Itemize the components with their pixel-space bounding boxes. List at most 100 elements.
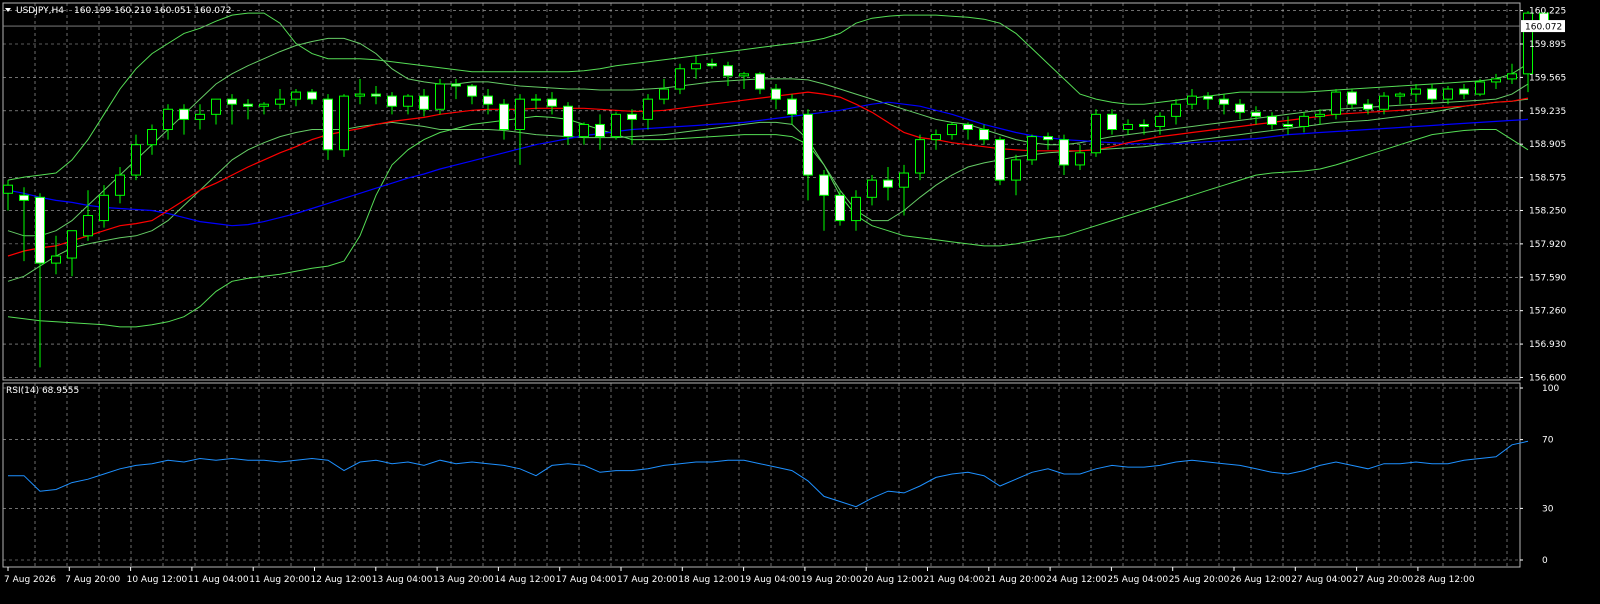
time-tick-label: 17 Aug 04:00	[556, 575, 617, 585]
rsi-label: RSI(14) 68.9555	[6, 386, 79, 396]
candle	[323, 94, 333, 160]
candle-body	[387, 95, 397, 107]
candle-body	[1059, 139, 1069, 166]
candle-body	[451, 83, 461, 87]
candle-body	[403, 95, 413, 107]
candle-body	[67, 230, 77, 259]
candle-body	[515, 98, 525, 131]
time-tick-label: 18 Aug 12:00	[678, 575, 739, 585]
price-tick-label: 159.235	[1529, 107, 1566, 117]
candle-body	[1347, 91, 1357, 105]
candle-body	[1507, 73, 1517, 80]
candle-body	[883, 179, 893, 188]
time-tick-label: 13 Aug 04:00	[372, 575, 433, 585]
price-tick-label: 156.930	[1529, 340, 1566, 350]
time-tick-label: 14 Aug 12:00	[494, 575, 555, 585]
candle-body	[3, 184, 13, 194]
candle-body	[1315, 113, 1325, 117]
candle-body	[851, 196, 861, 222]
candle-body	[435, 83, 445, 110]
candle-body	[1475, 81, 1485, 95]
candle-body	[99, 194, 109, 222]
candle-body	[595, 123, 605, 138]
candle-body	[1379, 95, 1389, 110]
candle-body	[579, 123, 589, 138]
candle-body	[131, 144, 141, 176]
candle-body	[899, 172, 909, 188]
candle-body	[963, 123, 973, 131]
candle-body	[1411, 88, 1421, 95]
candle-body	[195, 113, 205, 120]
time-tick-label: 12 Aug 12:00	[311, 575, 372, 585]
candle-body	[307, 91, 317, 100]
candle-body	[755, 73, 765, 90]
candle-body	[163, 108, 173, 131]
candle-body	[1219, 98, 1229, 105]
candle	[915, 134, 925, 181]
candle-body	[1443, 88, 1453, 100]
candle-body	[1043, 136, 1053, 141]
candle-body	[499, 103, 509, 131]
candle-body	[1491, 78, 1501, 83]
candle	[339, 94, 349, 157]
candle-body	[291, 91, 301, 100]
candle-body	[627, 113, 637, 120]
candle-body	[323, 98, 333, 151]
candle-body	[1171, 103, 1181, 117]
current-price-label: 160.072	[1525, 23, 1562, 33]
candle-body	[51, 255, 61, 264]
candle-body	[1251, 111, 1261, 117]
candle	[435, 78, 445, 115]
rsi-tick-label: 70	[1542, 436, 1554, 446]
candle-body	[723, 65, 733, 77]
time-tick-label: 26 Aug 12:00	[1230, 575, 1291, 585]
candle-body	[643, 98, 653, 120]
candle-body	[83, 215, 93, 237]
candle-body	[355, 93, 365, 97]
candle-body	[979, 129, 989, 141]
time-tick-label: 25 Aug 04:00	[1107, 575, 1168, 585]
candle-body	[915, 139, 925, 174]
candle-body	[179, 108, 189, 120]
candle-body	[835, 194, 845, 222]
candle-body	[1459, 88, 1469, 95]
rsi-tick-label: 0	[1542, 556, 1548, 566]
candle-body	[1091, 113, 1101, 154]
candle-body	[483, 95, 493, 105]
candle-body	[1027, 136, 1037, 161]
time-tick-label: 7 Aug 2026	[4, 575, 56, 585]
candle-body	[691, 63, 701, 70]
time-tick-label: 27 Aug 20:00	[1353, 575, 1414, 585]
candle-body	[1363, 103, 1373, 110]
candle-body	[1011, 159, 1021, 181]
candle-body	[947, 123, 957, 136]
price-tick-label: 157.920	[1529, 240, 1566, 250]
candle-body	[819, 174, 829, 196]
time-tick-label: 11 Aug 04:00	[188, 575, 249, 585]
time-tick-label: 11 Aug 20:00	[249, 575, 310, 585]
price-tick-label: 157.260	[1529, 307, 1566, 317]
candle-body	[1235, 103, 1245, 113]
price-tick-label: 158.575	[1529, 174, 1566, 184]
candle-body	[1187, 95, 1197, 105]
time-tick-label: 17 Aug 20:00	[617, 575, 678, 585]
candle-body	[531, 98, 541, 101]
candle	[995, 136, 1005, 186]
candle-body	[371, 93, 381, 97]
ohlc-text: 160.199 160.210 160.051 160.072	[74, 6, 231, 16]
chart-window[interactable]: 160.225 159.895 159.565 159.235 158.905 158.5…	[0, 0, 1600, 600]
candle-body	[803, 113, 813, 176]
candle-body	[147, 129, 157, 146]
candle-body	[339, 95, 349, 151]
candle-body	[771, 88, 781, 100]
candle-body	[1267, 115, 1277, 125]
candle-body	[467, 85, 477, 97]
candle-body	[1203, 95, 1213, 100]
candle-body	[1331, 91, 1341, 115]
candle-body	[547, 98, 557, 107]
candle-body	[1299, 115, 1309, 127]
candle-body	[1427, 88, 1437, 100]
candle-body	[707, 63, 717, 67]
candle	[611, 112, 621, 140]
candle-body	[1107, 113, 1117, 131]
